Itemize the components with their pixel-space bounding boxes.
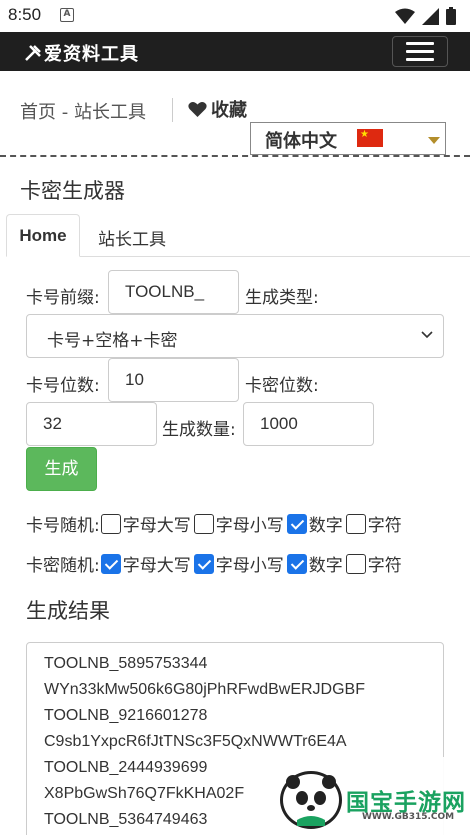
- card-random-row: 卡号随机: 字母大写 字母小写 数字 字符: [26, 511, 404, 536]
- pwd-symbols-checkbox[interactable]: [345, 553, 366, 574]
- battery-icon: [446, 7, 456, 25]
- menu-button[interactable]: [392, 36, 448, 67]
- top-navbar: 爱资料工具: [0, 32, 470, 71]
- hamburger-icon-bar: [406, 58, 434, 61]
- card-digits-label: 卡号位数:: [26, 376, 100, 396]
- page-title: 卡密生成器: [20, 179, 125, 203]
- type-selected-value: 卡号+空格+卡密: [47, 331, 178, 351]
- result-title: 生成结果: [26, 599, 110, 623]
- count-label: 生成数量:: [162, 420, 236, 440]
- language-select[interactable]: 简体中文: [250, 122, 446, 155]
- result-line: TOOLNB_9216601278: [44, 707, 208, 724]
- china-flag-icon: [357, 129, 383, 147]
- prefix-input[interactable]: TOOLNB_: [108, 270, 239, 314]
- generate-button[interactable]: 生成: [26, 447, 97, 491]
- result-line: WYn33kMw506k6G80jPhRFwdBwERJDGBF: [44, 681, 365, 698]
- site-logo[interactable]: 爱资料工具: [24, 40, 139, 66]
- card-random-label: 卡号随机:: [26, 516, 100, 536]
- type-select[interactable]: 卡号+空格+卡密: [26, 314, 444, 358]
- notification-icon: A: [60, 8, 74, 22]
- tab-webmaster-tools[interactable]: 站长工具: [98, 225, 166, 250]
- status-bar: 8:50 A: [0, 0, 470, 32]
- favorite-label: 收藏: [211, 100, 247, 121]
- card-lowercase-checkbox[interactable]: [193, 513, 214, 534]
- pwd-lowercase-checkbox[interactable]: [193, 553, 214, 574]
- watermark-url: WWW.GB315.COM: [362, 812, 455, 822]
- breadcrumb-divider: [172, 98, 173, 122]
- result-line: X8PbGwSh76Q7FkKHA02F: [44, 785, 245, 802]
- breadcrumb[interactable]: 首页 - 站长工具: [20, 98, 146, 124]
- count-input[interactable]: 1000: [243, 402, 374, 446]
- system-icons: [395, 7, 456, 25]
- hamburger-icon-bar: [406, 42, 434, 45]
- chevron-down-icon: [421, 331, 433, 339]
- option-lowercase: 字母小写: [215, 556, 284, 576]
- wifi-icon: [395, 8, 415, 24]
- option-digits: 数字: [308, 516, 343, 536]
- pwd-digits-checkbox[interactable]: [286, 553, 307, 574]
- pwd-digits-input[interactable]: 32: [26, 402, 157, 446]
- favorite-button[interactable]: 收藏: [188, 96, 247, 122]
- card-symbols-checkbox[interactable]: [345, 513, 366, 534]
- status-time: 8:50: [8, 5, 42, 24]
- dashed-divider: [0, 155, 470, 157]
- pwd-random-row: 卡密随机: 字母大写 字母小写 数字 字符: [26, 551, 404, 576]
- result-line: TOOLNB_5364749463: [44, 811, 208, 828]
- pwd-digits-label: 卡密位数:: [245, 376, 319, 396]
- result-line: TOOLNB_2444939699: [44, 759, 208, 776]
- language-selected: 简体中文: [265, 131, 337, 152]
- option-uppercase: 字母大写: [122, 556, 191, 576]
- pwd-random-label: 卡密随机:: [26, 556, 100, 576]
- prefix-label: 卡号前缀:: [26, 288, 100, 308]
- panda-logo-icon: [280, 771, 342, 829]
- option-symbols: 字符: [367, 556, 402, 576]
- hamburger-icon-bar: [406, 50, 434, 53]
- option-symbols: 字符: [367, 516, 402, 536]
- option-lowercase: 字母小写: [215, 516, 284, 536]
- tools-icon: [25, 45, 41, 61]
- option-uppercase: 字母大写: [122, 516, 191, 536]
- dropdown-arrow-icon: [428, 137, 440, 144]
- site-logo-text: 爱资料工具: [44, 44, 139, 65]
- tab-home[interactable]: Home: [6, 214, 80, 257]
- card-digits-checkbox[interactable]: [286, 513, 307, 534]
- card-digits-input[interactable]: 10: [108, 358, 239, 402]
- option-digits: 数字: [308, 556, 343, 576]
- heart-icon: [188, 101, 207, 117]
- type-label: 生成类型:: [245, 288, 319, 308]
- pwd-uppercase-checkbox[interactable]: [100, 553, 121, 574]
- watermark: 国宝手游网 WWW.GB315.COM: [258, 757, 470, 835]
- result-line: TOOLNB_5895753344: [44, 655, 208, 672]
- card-uppercase-checkbox[interactable]: [100, 513, 121, 534]
- result-line: C9sb1YxpcR6fJtTNSc3F5QxNWWTr6E4A: [44, 733, 347, 750]
- signal-icon: [422, 7, 439, 25]
